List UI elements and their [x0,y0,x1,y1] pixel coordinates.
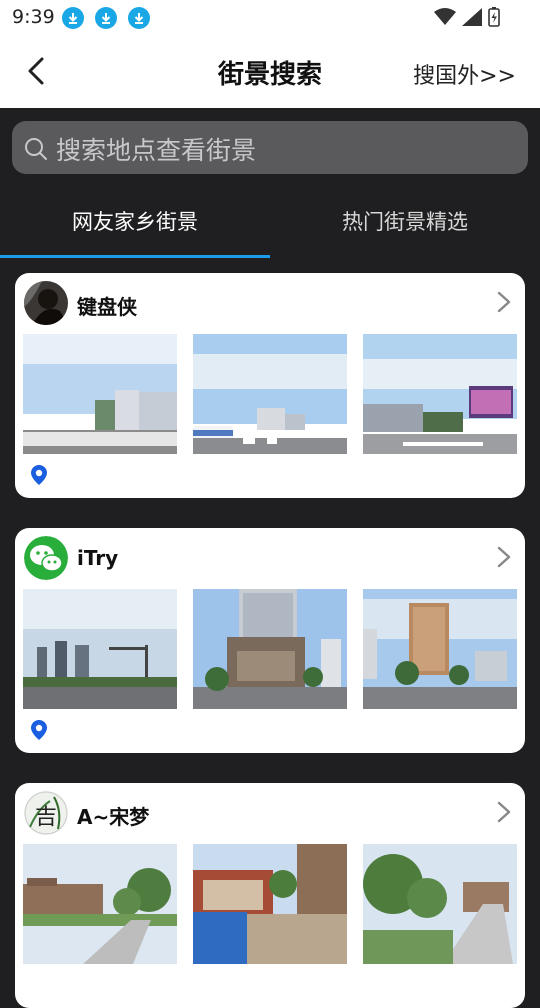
avatar-text: 吉 [35,805,58,830]
chevron-right-icon[interactable] [497,546,511,568]
street-photo[interactable] [23,844,177,964]
chevron-right-icon[interactable] [497,291,511,313]
search-placeholder: 搜索地点查看街景 [56,136,257,165]
avatar[interactable] [24,536,68,580]
location-pin-icon[interactable] [31,465,47,485]
search-icon [25,138,47,160]
active-tab-indicator [0,255,270,258]
download-icon [128,7,150,29]
battery-icon [488,7,500,27]
download-icon [95,7,117,29]
user-name[interactable]: A~宋梦 [77,801,149,830]
tab-featured-streetview[interactable]: 热门街景精选 [342,206,468,236]
user-name[interactable]: 键盘侠 [77,291,137,320]
search-abroad-link[interactable]: 搜国外>> [413,58,516,90]
street-view-card[interactable]: iTry [15,528,525,753]
avatar[interactable] [24,281,68,325]
user-name[interactable]: iTry [77,546,118,570]
status-bar: 9:39 [0,0,540,36]
download-icon [62,7,84,29]
street-photo[interactable] [363,589,517,709]
street-view-card[interactable]: 吉 A~宋梦 [15,783,525,1008]
tab-hometown-streetview[interactable]: 网友家乡街景 [72,206,198,236]
street-photo[interactable] [23,589,177,709]
status-time: 9:39 [12,6,55,28]
wifi-icon [434,8,456,25]
street-photo[interactable] [363,844,517,964]
street-photo[interactable] [193,589,347,709]
street-photo[interactable] [23,334,177,454]
chevron-right-icon[interactable] [497,801,511,823]
street-photo[interactable] [363,334,517,454]
nav-bar: 街景搜索 搜国外>> [0,36,540,108]
street-photo[interactable] [193,844,347,964]
location-pin-icon[interactable] [31,720,47,740]
street-view-card[interactable]: 键盘侠 [15,273,525,498]
search-input[interactable]: 搜索地点查看街景 [12,121,528,174]
street-photo[interactable] [193,334,347,454]
signal-icon [462,8,482,26]
avatar[interactable]: 吉 [24,791,68,835]
